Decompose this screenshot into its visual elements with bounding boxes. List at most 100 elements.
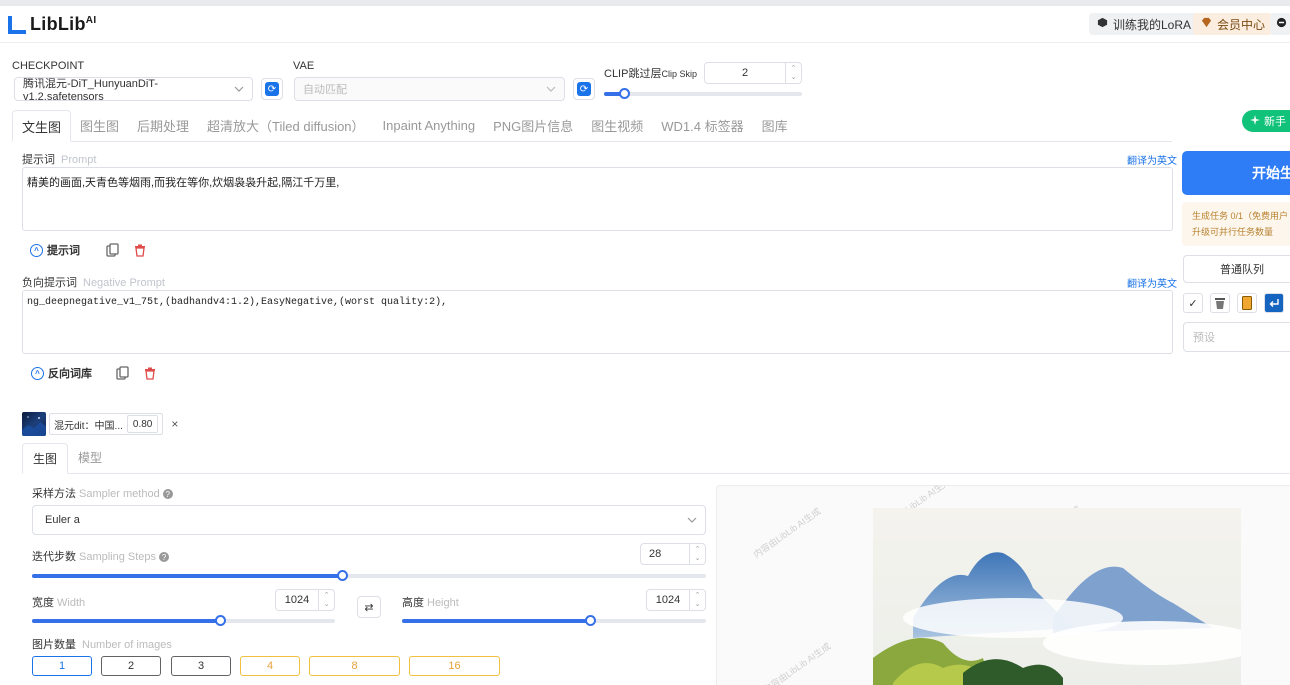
tab-5[interactable]: PNG图片信息: [484, 109, 582, 141]
subtab-0[interactable]: 生图: [22, 443, 69, 474]
copy-icon[interactable]: [112, 363, 132, 383]
lora-thumbnail[interactable]: [22, 412, 46, 436]
logo-mark-icon: [8, 14, 26, 34]
vae-select[interactable]: 自动匹配: [294, 77, 565, 101]
checkpoint-select[interactable]: 腾讯混元-DiT_HunyuanDiT-v1.2.safetensors: [14, 77, 253, 103]
queue-select[interactable]: 普通队列: [1183, 255, 1290, 283]
chevron-down-icon: [234, 83, 244, 95]
return-icon[interactable]: [1264, 293, 1284, 313]
vae-refresh-button[interactable]: ⟳: [573, 78, 595, 100]
swap-dimensions-button[interactable]: ⇄: [357, 596, 381, 618]
chevron-up-icon: ^: [31, 366, 44, 380]
right-icon-row: ✓: [1183, 293, 1284, 313]
tab-3[interactable]: 超清放大（Tiled diffusion）: [198, 109, 374, 141]
num-images-option-3[interactable]: 3: [171, 656, 231, 676]
stepper-icon[interactable]: ⌃ ⌄: [689, 544, 705, 564]
num-images-option-2[interactable]: 2: [101, 656, 161, 676]
prompt-translate-link[interactable]: 翻译为英文: [1127, 152, 1177, 167]
steps-label: 迭代步数 Sampling Steps?: [32, 548, 170, 564]
prompt-input[interactable]: 精美的画面,天青色等烟雨,而我在等你,炊烟袅袅升起,隔江千万里,: [22, 167, 1173, 231]
sampler-select[interactable]: Euler a: [32, 505, 706, 535]
copy-icon[interactable]: [102, 240, 122, 260]
tab-8[interactable]: 图库: [753, 109, 797, 141]
bin-icon[interactable]: [1210, 293, 1230, 313]
width-slider[interactable]: [32, 615, 335, 626]
tab-0[interactable]: 文生图: [12, 110, 72, 142]
newbie-label: 新手: [1264, 116, 1286, 128]
stepper-icon[interactable]: ⌃ ⌄: [785, 63, 801, 83]
tab-2[interactable]: 后期处理: [128, 109, 198, 141]
task-info-upgrade: 升级可并行任务数量: [1192, 227, 1274, 237]
vip-center-button[interactable]: 会员中心: [1193, 13, 1274, 35]
slider-fill: [32, 619, 220, 623]
diamond-icon: [1201, 17, 1212, 31]
message-button[interactable]: [1270, 13, 1290, 35]
slider-thumb[interactable]: [337, 570, 349, 581]
clip-skip-slider[interactable]: [604, 88, 802, 99]
negative-prompt-label: 负向提示词 Negative Prompt: [22, 277, 165, 289]
negative-toggle-label: 反向词库: [48, 368, 92, 380]
clip-skip-input[interactable]: 2 ⌃ ⌄: [704, 62, 802, 84]
sparkle-icon: [1250, 114, 1260, 128]
logo[interactable]: LibLibAI: [8, 14, 96, 35]
slider-fill: [402, 619, 591, 623]
steps-slider[interactable]: [32, 570, 706, 581]
lora-chip: 混元dit：中国... 0.80 ×: [22, 412, 178, 436]
negative-collapse-toggle[interactable]: ^ 反向词库: [31, 365, 92, 381]
slider-thumb[interactable]: [214, 615, 226, 626]
watermark: 内容由LibLib AI生成: [761, 641, 833, 685]
stepper-icon[interactable]: ⌃ ⌄: [689, 590, 705, 610]
lora-name-box[interactable]: 混元dit：中国... 0.80: [49, 413, 164, 435]
height-slider[interactable]: [402, 615, 706, 626]
swap-icon: ⇄: [364, 601, 374, 614]
negative-toolbar: ^ 反向词库: [31, 363, 160, 383]
num-images-option-8[interactable]: 8: [309, 656, 400, 676]
help-icon[interactable]: ?: [159, 552, 170, 563]
refresh-icon: ⟳: [577, 82, 591, 96]
chevron-down-icon: [546, 83, 556, 95]
refresh-icon: ⟳: [265, 82, 279, 96]
tab-7[interactable]: WD1.4 标签器: [652, 109, 752, 141]
stepper-icon[interactable]: ⌃ ⌄: [318, 590, 334, 610]
sampler-value: Euler a: [45, 514, 80, 526]
prompt-collapse-toggle[interactable]: ^ 提示词: [30, 242, 80, 258]
steps-input[interactable]: 28 ⌃ ⌄: [640, 543, 706, 565]
tab-6[interactable]: 图生视频: [582, 109, 652, 141]
width-label: 宽度 Width: [32, 597, 86, 609]
steps-value: 28: [649, 548, 662, 560]
preset-select[interactable]: 预设: [1183, 322, 1290, 352]
height-input[interactable]: 1024 ⌃ ⌄: [646, 589, 706, 611]
lora-weight-input[interactable]: 0.80: [126, 415, 159, 433]
num-images-option-1[interactable]: 1: [32, 656, 92, 676]
train-lora-button[interactable]: 训练我的LoRA: [1089, 13, 1200, 35]
clip-skip-value: 2: [741, 67, 749, 79]
num-images-option-4[interactable]: 4: [240, 656, 300, 676]
slider-thumb[interactable]: [618, 88, 630, 99]
check-icon[interactable]: ✓: [1183, 293, 1203, 313]
vip-center-label: 会员中心: [1217, 17, 1266, 32]
num-images-option-16[interactable]: 16: [409, 656, 500, 676]
main-tabs: 文生图 图生图 后期处理 超清放大（Tiled diffusion） Inpaint A…: [12, 110, 1172, 142]
negative-prompt-input[interactable]: ng_deepnegative_v1_75t,(badhandv4:1.2),E…: [22, 290, 1173, 354]
site-header: LibLibAI 训练我的LoRA 会员中心: [0, 6, 1290, 43]
start-generate-button[interactable]: 开始生: [1182, 151, 1290, 195]
tab-1[interactable]: 图生图: [71, 109, 128, 141]
sampler-label: 采样方法 Sampler method?: [32, 485, 173, 501]
help-icon[interactable]: ?: [162, 489, 173, 500]
checkpoint-refresh-button[interactable]: ⟳: [261, 78, 283, 100]
tab-4[interactable]: Inpaint Anything: [374, 109, 485, 141]
vae-label: VAE: [293, 60, 315, 72]
subtab-1[interactable]: 模型: [68, 442, 112, 473]
generated-image[interactable]: [873, 508, 1263, 685]
trash-icon[interactable]: [140, 363, 160, 383]
slider-thumb[interactable]: [585, 615, 597, 626]
task-info: 生成任务 0/1（免费用户 升级可并行任务数量: [1182, 202, 1290, 246]
trash-icon[interactable]: [130, 240, 150, 260]
negative-translate-link[interactable]: 翻译为英文: [1127, 275, 1177, 290]
close-icon[interactable]: ×: [171, 417, 178, 431]
sub-tabs: 生图 模型: [22, 443, 1290, 474]
width-input[interactable]: 1024 ⌃ ⌄: [275, 589, 335, 611]
clipboard-icon[interactable]: [1237, 293, 1257, 313]
newbie-button[interactable]: 新手: [1242, 110, 1290, 132]
chat-icon: [1276, 17, 1287, 31]
